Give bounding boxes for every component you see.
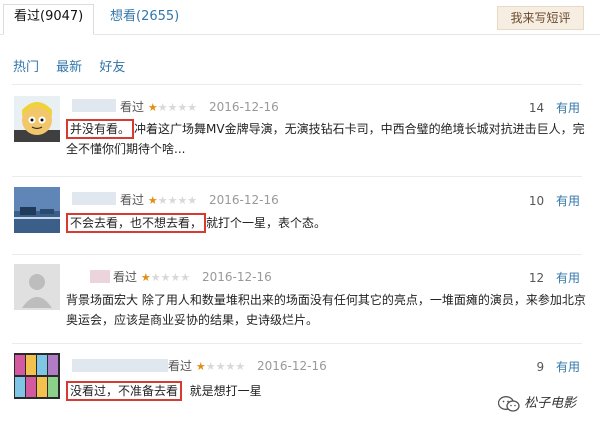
sort-tab-hot[interactable]: 热门 (13, 60, 39, 75)
sort-tabs: 热门 最新 好友 (13, 56, 138, 75)
tab-seen[interactable]: 看过(9047) (3, 4, 95, 35)
vote-count: 12 有用 (529, 269, 580, 286)
highlighted-phrase: 并没有看。 (66, 119, 135, 139)
username[interactable] (72, 192, 116, 205)
review-date: 2016-12-16 (257, 359, 327, 373)
sort-tab-friends[interactable]: 好友 (99, 60, 125, 75)
useful-button[interactable]: 有用 (556, 194, 580, 208)
highlighted-phrase: 不会去看，也不想去看， (66, 213, 207, 233)
review-status: 看过 (120, 100, 145, 114)
review-date: 2016-12-16 (209, 100, 279, 114)
divider (12, 254, 582, 255)
useful-button[interactable]: 有用 (556, 360, 580, 374)
sort-tab-latest[interactable]: 最新 (56, 60, 82, 75)
divider (12, 176, 582, 177)
watermark: 松子电影 (497, 392, 577, 413)
review-meta: 看过 ★★★★★ 2016-12-16 (120, 98, 279, 115)
review-text: 背景场面宏大 除了用人和数量堆积出来的场面没有任何其它的亮点，一堆面瘫的演员，来… (66, 290, 586, 330)
review-status: 看过 (168, 359, 193, 373)
comment-tabs: 看过(9047) 想看(2655) 我来写短评 (0, 0, 600, 35)
tab-want-to-see[interactable]: 想看(2655) (100, 8, 189, 34)
review-body: 背景场面宏大 除了用人和数量堆积出来的场面没有任何其它的亮点，一堆面瘫的演员，来… (66, 293, 586, 327)
review-status: 看过 (113, 270, 138, 284)
vote-number: 14 (528, 101, 545, 115)
vote-number: 12 (528, 271, 545, 285)
rating-stars: ★★★★★ (195, 360, 246, 373)
useful-button[interactable]: 有用 (556, 271, 580, 285)
username[interactable] (72, 99, 116, 112)
review-body: 就打个一星，表个态。 (206, 216, 327, 230)
useful-button[interactable]: 有用 (556, 101, 580, 115)
write-review-button[interactable]: 我来写短评 (497, 6, 584, 30)
rating-stars: ★★★★★ (147, 101, 198, 114)
avatar[interactable] (14, 96, 60, 142)
review-meta: 看过 ★★★★★ 2016-12-16 (113, 268, 272, 285)
watermark-text: 松子电影 (524, 396, 577, 411)
vote-number: 9 (536, 360, 545, 374)
review-text: 并没有看。 冲着这广场舞MV金牌导演，无演技钻石卡司，中西合璧的绝境长城对抗进击巨… (66, 119, 586, 159)
review-body: 冲着这广场舞MV金牌导演，无演技钻石卡司，中西合璧的绝境长城对抗进击巨人，完全不… (66, 122, 585, 156)
vote-count: 10 有用 (529, 192, 580, 209)
review-status: 看过 (120, 193, 145, 207)
review-date: 2016-12-16 (209, 193, 279, 207)
rating-stars: ★★★★★ (140, 271, 191, 284)
review-body: 就是想打一星 (189, 384, 262, 398)
rating-stars: ★★★★★ (147, 194, 198, 207)
avatar[interactable] (14, 187, 60, 233)
wechat-icon (497, 395, 520, 413)
avatar[interactable] (14, 264, 60, 310)
vote-count: 14 有用 (529, 99, 580, 116)
username[interactable] (72, 359, 168, 372)
review-date: 2016-12-16 (202, 270, 272, 284)
review-text: 没看过，不准备去看 就是想打一星 (66, 381, 466, 401)
divider (12, 343, 582, 344)
avatar[interactable] (14, 353, 60, 399)
vote-count: 9 有用 (537, 358, 580, 375)
highlighted-phrase: 没看过，不准备去看 (66, 381, 183, 401)
username[interactable] (90, 270, 110, 283)
divider (12, 84, 582, 85)
review-meta: 看过 ★★★★★ 2016-12-16 (120, 191, 279, 208)
review-text: 不会去看，也不想去看， 就打个一星，表个态。 (66, 213, 586, 233)
vote-number: 10 (528, 194, 545, 208)
review-meta: 看过 ★★★★★ 2016-12-16 (168, 357, 327, 374)
